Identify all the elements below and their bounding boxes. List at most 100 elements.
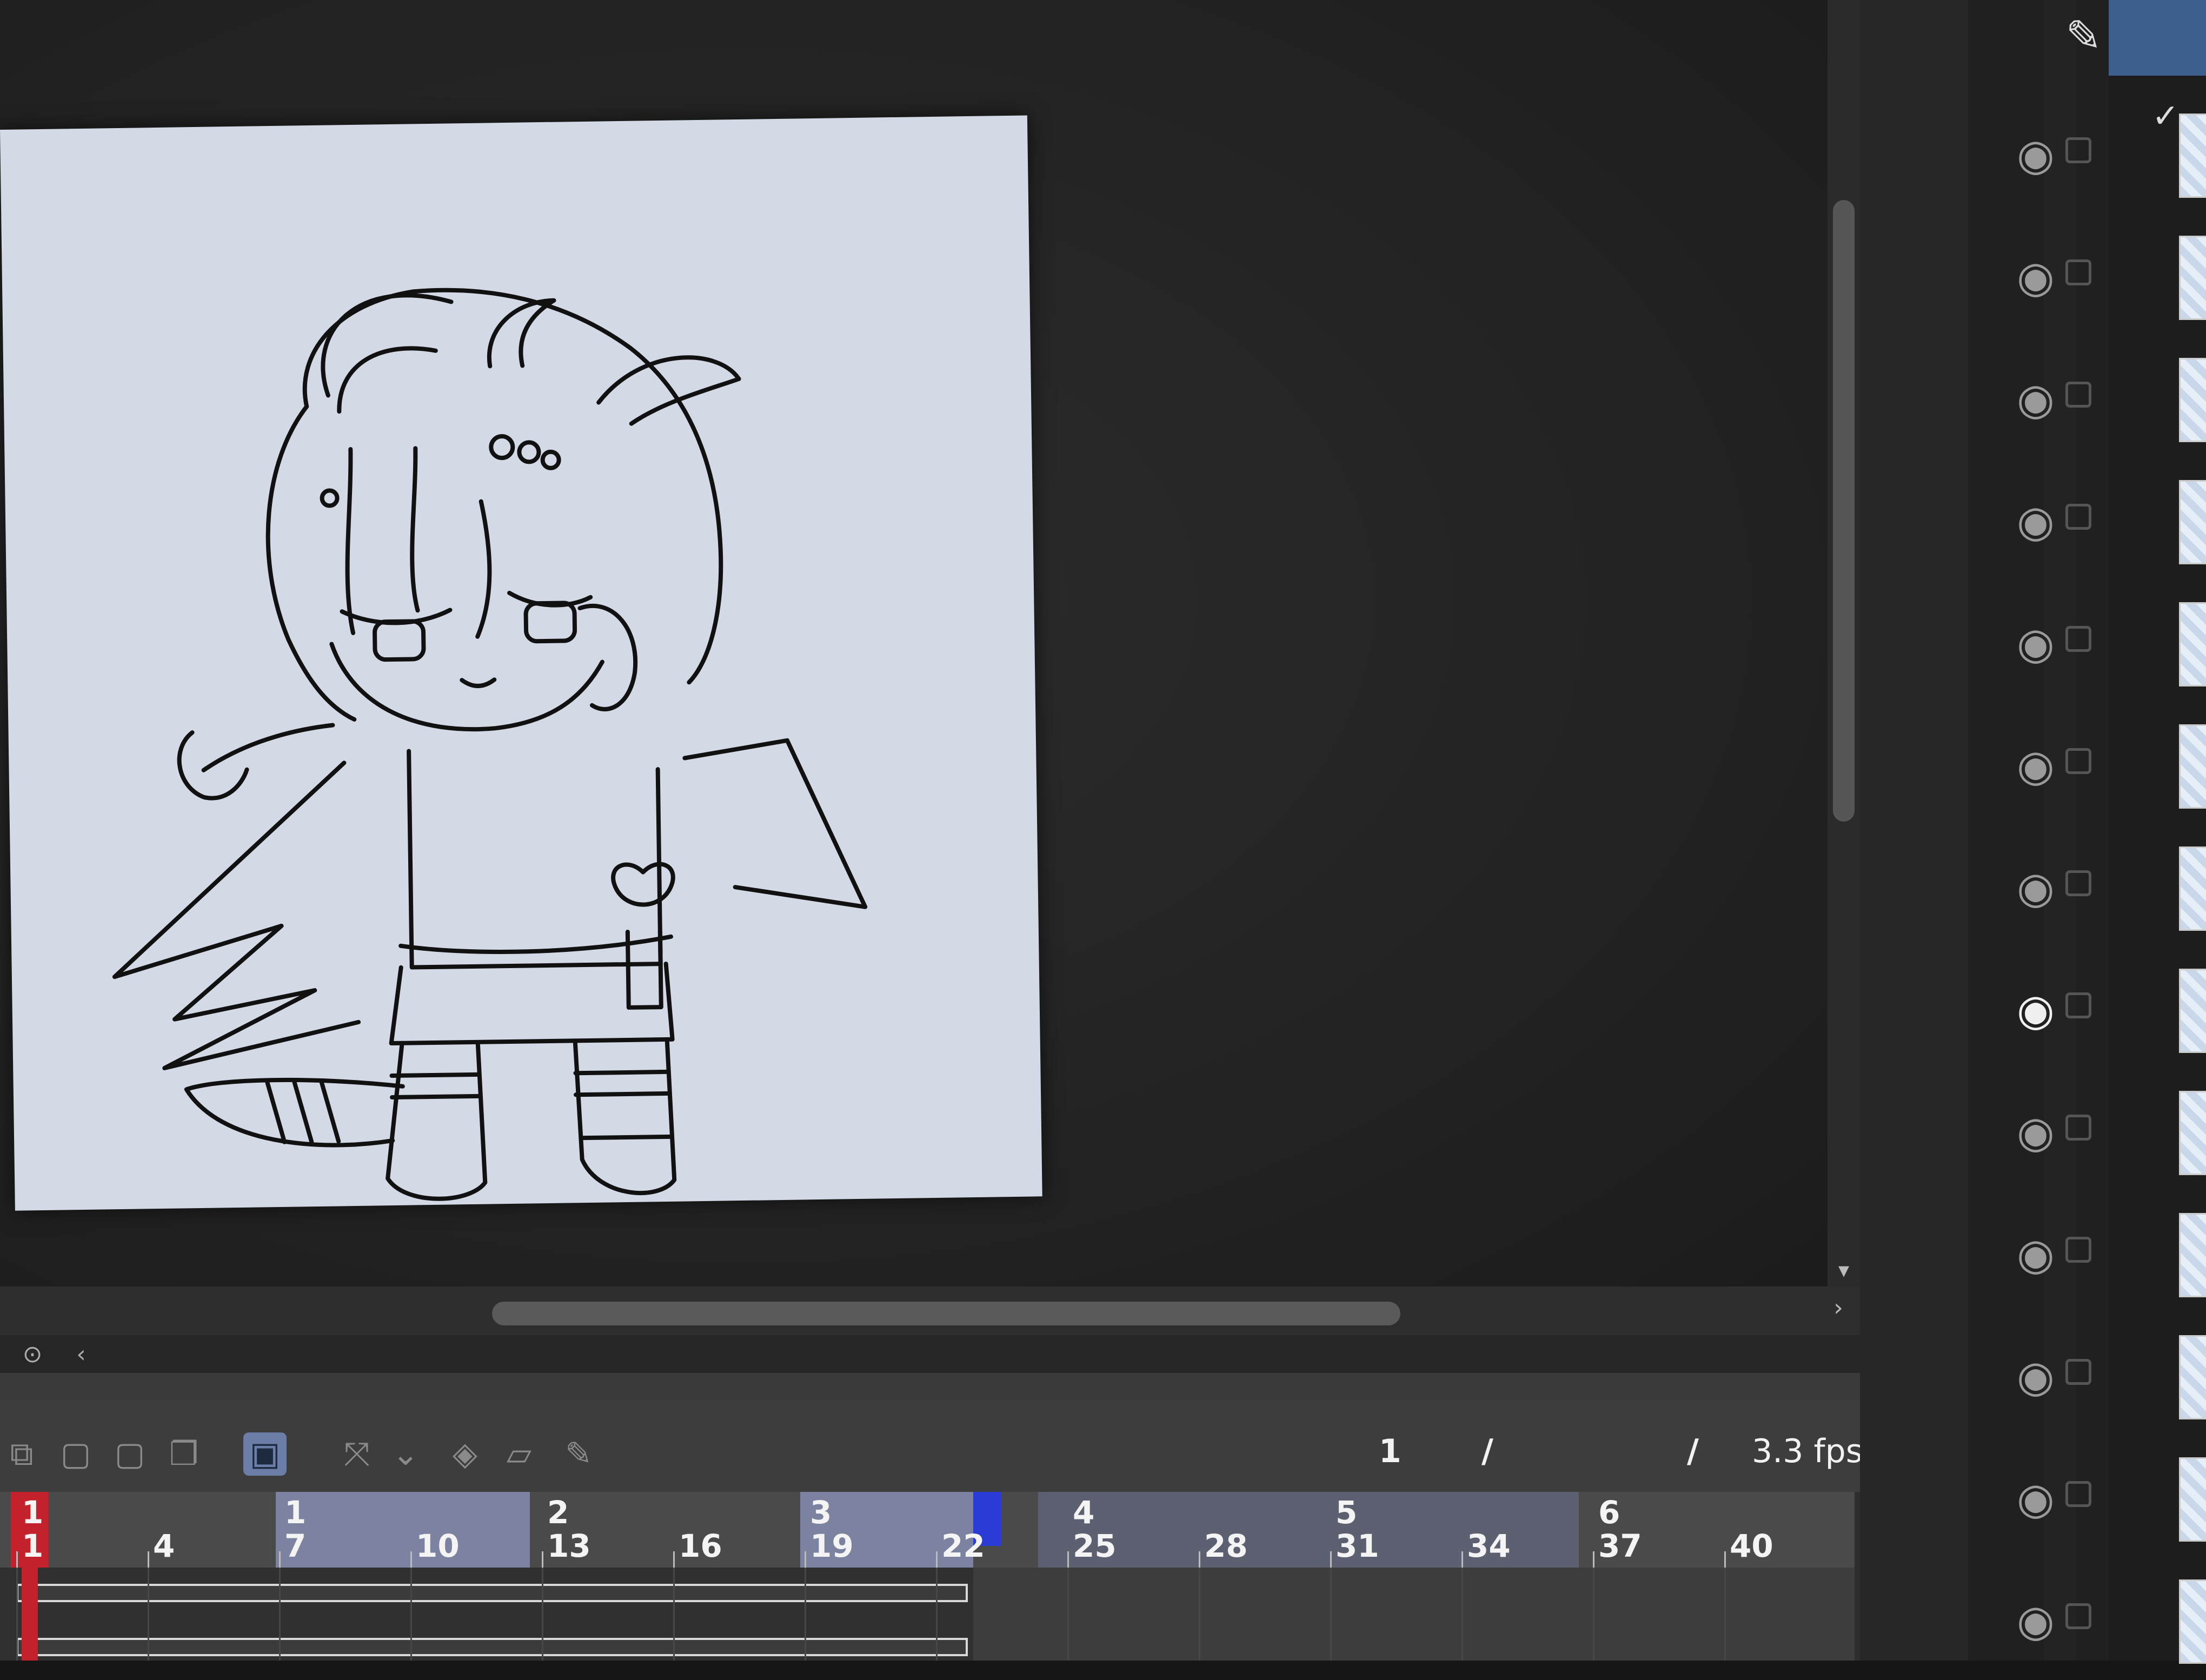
ruler-tick <box>1461 1551 1463 1568</box>
eye-icon[interactable]: ◉ <box>2017 741 2055 791</box>
layer-row[interactable]: ◉ <box>1860 1069 2206 1191</box>
eye-icon[interactable]: ◉ <box>2017 1351 2055 1402</box>
chevron-left-icon[interactable]: ‹ <box>65 1338 97 1371</box>
layer-row[interactable]: ◉ <box>1860 825 2206 947</box>
eye-icon[interactable]: ◉ <box>2017 1474 2055 1524</box>
eye-icon[interactable]: ◉ <box>2017 1596 2055 1646</box>
track-grid-line <box>148 1568 149 1661</box>
layer-row[interactable]: ◉ <box>1860 703 2206 825</box>
eye-icon[interactable]: ◉ <box>2017 252 2055 302</box>
track-grid-line <box>542 1568 543 1661</box>
layer-row[interactable]: ◉ <box>1860 1191 2206 1314</box>
eye-icon[interactable]: ◉ <box>2017 130 2055 180</box>
ruler-frame-label: 4 <box>153 1528 175 1564</box>
fps-readout[interactable]: 3.3 fps <box>1752 1432 1863 1470</box>
ruler-second-label: 1 <box>284 1494 307 1531</box>
canvas-horizontal-scrollbar[interactable]: › <box>0 1286 1860 1335</box>
chevron-right-icon[interactable]: › <box>1822 1292 1855 1324</box>
transform-icon[interactable]: ⤧ <box>335 1432 378 1476</box>
new-animation-folder-icon[interactable]: ⧉ <box>0 1432 43 1476</box>
new-frame-icon[interactable]: ▢ <box>108 1432 151 1476</box>
ruler-tick <box>1593 1551 1594 1568</box>
fill-icon[interactable]: ◈ <box>443 1432 487 1476</box>
ruler-frame-label: 10 <box>416 1528 460 1564</box>
layer-panel-header[interactable] <box>2109 0 2206 76</box>
layer-row[interactable]: ◉ <box>1860 214 2206 336</box>
ruler-frame-label: 7 <box>284 1528 307 1564</box>
eye-icon[interactable]: ◉ <box>2017 496 2055 546</box>
layer-lock-toggle[interactable] <box>2065 382 2091 408</box>
layer-row[interactable]: ◉ <box>1860 1558 2206 1680</box>
layer-lock-toggle[interactable] <box>2065 504 2091 530</box>
ruler-tick <box>1199 1551 1200 1568</box>
track-grid-line <box>410 1568 412 1661</box>
layer-row[interactable]: ◉ <box>1860 458 2206 581</box>
track-grid-line <box>1330 1568 1332 1661</box>
layer-lock-toggle[interactable] <box>2065 992 2091 1018</box>
current-frame-line <box>22 1568 38 1661</box>
ruler-frame-label: 37 <box>1598 1528 1642 1564</box>
layer-thumbnail <box>2179 1091 2206 1175</box>
ruler-frame-label: 22 <box>941 1528 985 1564</box>
ruler-frame-label: 19 <box>810 1528 854 1564</box>
track-grid-line <box>673 1568 675 1661</box>
eye-icon[interactable]: ◉ <box>2017 1107 2055 1157</box>
rotate-reset-icon[interactable]: ⊙ <box>16 1338 49 1371</box>
ruler-tick <box>936 1551 938 1568</box>
layer-thumbnail <box>2179 358 2206 442</box>
drawing-paper[interactable] <box>0 115 1042 1211</box>
eye-icon[interactable]: ◉ <box>2017 1229 2055 1279</box>
timeline-tracks[interactable] <box>0 1568 1871 1661</box>
out-of-range-area <box>973 1568 1871 1661</box>
vertical-scroll-thumb[interactable] <box>1833 200 1855 822</box>
track-clip[interactable] <box>16 1638 968 1656</box>
chevron-down-icon[interactable]: ⌄ <box>384 1432 427 1476</box>
track-clip[interactable] <box>16 1584 968 1602</box>
cel-edit-icon[interactable]: ▱ <box>497 1432 541 1476</box>
layer-row[interactable]: ◉ <box>1860 581 2206 703</box>
layer-lock-toggle[interactable] <box>2065 1115 2091 1141</box>
ruler-frame-label: 25 <box>1073 1528 1117 1564</box>
layer-lock-toggle[interactable] <box>2065 1481 2091 1507</box>
timeline-ruler[interactable]: 11417102131631922425285313463740743 <box>0 1492 1905 1568</box>
timeline-toolbar: ⧉ ▢ ▢ ❐ ▣ ⤧ ⌄ ◈ ▱ ✎ 1 / / 3.3 fps <box>0 1400 1892 1492</box>
pen-icon[interactable]: ✎ <box>557 1432 600 1476</box>
eye-icon[interactable]: ◉ <box>2017 618 2055 669</box>
horizontal-scroll-thumb[interactable] <box>492 1302 1400 1325</box>
layer-lock-toggle[interactable] <box>2065 748 2091 774</box>
chevron-down-icon[interactable]: ▾ <box>1828 1254 1860 1286</box>
layer-row[interactable]: ◉ <box>1860 336 2206 458</box>
layer-lock-toggle[interactable] <box>2065 137 2091 163</box>
canvas-viewport[interactable]: ▾ › <box>0 0 1860 1335</box>
layer-lock-toggle[interactable] <box>2065 1237 2091 1263</box>
pen-icon[interactable]: ✎ <box>2065 11 2102 61</box>
layer-thumbnail <box>2179 480 2206 564</box>
ruler-frame-label: 34 <box>1467 1528 1511 1564</box>
onion-skin-icon[interactable]: ▣ <box>243 1432 287 1476</box>
layer-lock-toggle[interactable] <box>2065 870 2091 896</box>
layer-row[interactable]: ◉ <box>1860 92 2206 214</box>
new-cel-icon[interactable]: ▢ <box>54 1432 97 1476</box>
track-grid-line <box>1461 1568 1463 1661</box>
eye-icon[interactable]: ◉ <box>2017 985 2055 1035</box>
layer-row[interactable]: ◉ <box>1860 947 2206 1069</box>
layer-row[interactable]: ◉ <box>1860 1436 2206 1558</box>
layer-thumbnail <box>2179 114 2206 198</box>
layer-lock-toggle[interactable] <box>2065 1359 2091 1385</box>
track-grid-line <box>1067 1568 1069 1661</box>
track-grid-line <box>16 1568 18 1661</box>
layer-row[interactable]: ◉ <box>1860 1314 2206 1436</box>
layer-lock-toggle[interactable] <box>2065 1603 2091 1629</box>
ruler-frame-label: 31 <box>1335 1528 1379 1564</box>
duplicate-frame-icon[interactable]: ❐ <box>162 1432 205 1476</box>
eye-icon[interactable]: ◉ <box>2017 863 2055 913</box>
layer-lock-toggle[interactable] <box>2065 259 2091 285</box>
layer-thumbnail <box>2179 1335 2206 1419</box>
timeline-panel: ⧉ ▢ ▢ ❐ ▣ ⤧ ⌄ ◈ ▱ ✎ 1 / / 3.3 fps 114171… <box>0 1373 1905 1661</box>
frame-separator: / <box>1687 1432 1699 1470</box>
layer-lock-toggle[interactable] <box>2065 626 2091 652</box>
ruler-second-label: 5 <box>1335 1494 1358 1531</box>
canvas-vertical-scrollbar[interactable]: ▾ <box>1828 0 1860 1286</box>
layer-thumbnail <box>2179 1213 2206 1297</box>
eye-icon[interactable]: ◉ <box>2017 374 2055 424</box>
